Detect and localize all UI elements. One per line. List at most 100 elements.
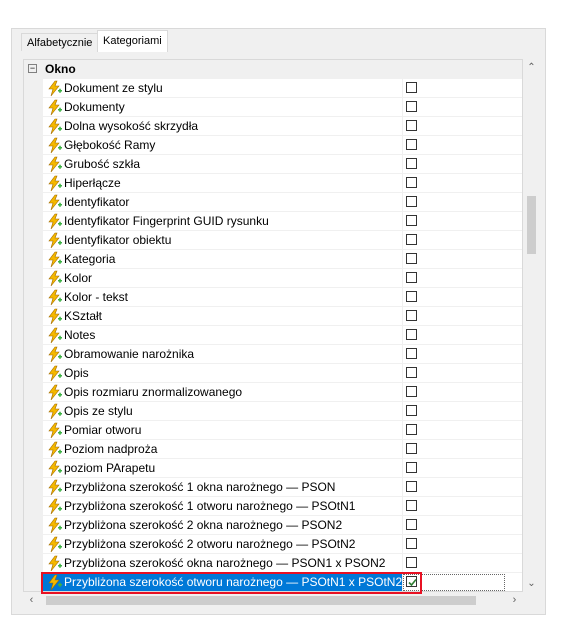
property-value-cell[interactable] — [402, 98, 522, 117]
property-value-cell[interactable] — [402, 231, 522, 250]
checkbox[interactable] — [406, 177, 417, 188]
property-name-cell[interactable]: Identyfikator — [43, 193, 402, 212]
property-row[interactable]: Grubość szkła — [24, 155, 522, 174]
property-value-cell[interactable] — [402, 516, 522, 535]
checkbox[interactable] — [406, 367, 417, 378]
property-name-cell[interactable]: Identyfikator obiektu — [43, 231, 402, 250]
property-value-cell[interactable] — [402, 478, 522, 497]
property-row[interactable]: Dokument ze stylu — [24, 79, 522, 98]
scroll-right-icon[interactable]: › — [506, 592, 523, 609]
collapse-icon[interactable]: − — [28, 64, 37, 73]
property-value-cell[interactable] — [402, 421, 522, 440]
property-row[interactable]: poziom PArapetu — [24, 459, 522, 478]
property-name-cell[interactable]: Przybliżona szerokość 1 otworu narożnego… — [43, 497, 402, 516]
property-name-cell[interactable]: poziom PArapetu — [43, 459, 402, 478]
scroll-up-icon[interactable]: ⌃ — [523, 59, 540, 76]
property-name-cell[interactable]: Opis rozmiaru znormalizowanego — [43, 383, 402, 402]
checkbox[interactable] — [406, 101, 417, 112]
checkbox[interactable] — [406, 538, 417, 549]
property-name-cell[interactable]: Przybliżona szerokość 2 okna narożnego —… — [43, 516, 402, 535]
checkbox[interactable] — [406, 82, 417, 93]
property-name-cell[interactable]: Obramowanie narożnika — [43, 345, 402, 364]
vertical-scroll-thumb[interactable] — [527, 196, 536, 254]
checkbox[interactable] — [406, 272, 417, 283]
checkbox[interactable] — [406, 120, 417, 131]
scroll-left-icon[interactable]: ‹ — [23, 592, 40, 609]
checkbox[interactable] — [406, 158, 417, 169]
property-name-cell[interactable]: Przybliżona szerokość 1 okna narożnego —… — [43, 478, 402, 497]
vertical-scrollbar[interactable]: ⌃ ⌄ — [523, 59, 540, 592]
property-value-cell[interactable] — [402, 136, 522, 155]
category-row-okno[interactable]: − Okno — [24, 60, 522, 79]
property-value-cell[interactable] — [402, 79, 522, 98]
horizontal-scroll-thumb[interactable] — [46, 596, 476, 605]
property-row[interactable]: Identyfikator Fingerprint GUID rysunku — [24, 212, 522, 231]
property-name-cell[interactable]: Pomiar otworu — [43, 421, 402, 440]
checkbox[interactable] — [406, 557, 417, 568]
property-row[interactable]: Hiperłącze — [24, 174, 522, 193]
tab-alphabetical[interactable]: Alfabetycznie — [21, 33, 99, 51]
property-row[interactable]: Dolna wysokość skrzydła — [24, 117, 522, 136]
property-row[interactable]: Identyfikator — [24, 193, 522, 212]
property-row[interactable]: Identyfikator obiektu — [24, 231, 522, 250]
property-name-cell[interactable]: Poziom nadproża — [43, 440, 402, 459]
property-value-cell[interactable] — [402, 307, 522, 326]
property-row[interactable]: Pomiar otworu — [24, 421, 522, 440]
property-name-cell[interactable]: Głębokość Ramy — [43, 136, 402, 155]
property-name-cell[interactable]: Kategoria — [43, 250, 402, 269]
property-name-cell[interactable]: KSztałt — [43, 307, 402, 326]
property-row[interactable]: Przybliżona szerokość 2 okna narożnego —… — [24, 516, 522, 535]
checkbox[interactable] — [406, 196, 417, 207]
checkbox[interactable] — [406, 500, 417, 511]
property-value-cell[interactable] — [402, 326, 522, 345]
checkbox[interactable] — [406, 348, 417, 359]
property-row[interactable]: Dokumenty — [24, 98, 522, 117]
checkbox[interactable] — [406, 386, 417, 397]
property-name-cell[interactable]: Kolor - tekst — [43, 288, 402, 307]
property-row[interactable]: Opis — [24, 364, 522, 383]
tab-categorized[interactable]: Kategoriami — [97, 30, 168, 52]
property-row[interactable]: Kategoria — [24, 250, 522, 269]
checkbox[interactable] — [406, 519, 417, 530]
property-row[interactable]: Przybliżona szerokość 1 okna narożnego —… — [24, 478, 522, 497]
property-value-cell[interactable] — [402, 497, 522, 516]
property-value-cell[interactable] — [402, 155, 522, 174]
property-row[interactable]: Opis rozmiaru znormalizowanego — [24, 383, 522, 402]
property-name-cell[interactable]: Notes — [43, 326, 402, 345]
property-row[interactable]: Przybliżona szerokość 1 otworu narożnego… — [24, 497, 522, 516]
property-row[interactable]: Notes — [24, 326, 522, 345]
property-value-cell[interactable] — [402, 383, 522, 402]
property-value-cell[interactable] — [402, 250, 522, 269]
property-value-cell[interactable] — [402, 174, 522, 193]
scroll-down-icon[interactable]: ⌄ — [523, 575, 540, 592]
checkbox[interactable] — [406, 424, 417, 435]
property-value-cell[interactable] — [402, 459, 522, 478]
checkbox[interactable] — [406, 253, 417, 264]
checkbox[interactable] — [406, 329, 417, 340]
property-name-cell[interactable]: Przybliżona szerokość otworu narożnego —… — [43, 573, 402, 591]
checkbox[interactable] — [406, 310, 417, 321]
property-value-cell[interactable] — [402, 117, 522, 136]
property-name-cell[interactable]: Przybliżona szerokość okna narożnego — P… — [43, 554, 402, 573]
property-name-cell[interactable]: Grubość szkła — [43, 155, 402, 174]
property-name-cell[interactable]: Dokument ze stylu — [43, 79, 402, 98]
checkbox[interactable] — [406, 462, 417, 473]
property-name-cell[interactable]: Hiperłącze — [43, 174, 402, 193]
property-name-cell[interactable]: Dokumenty — [43, 98, 402, 117]
property-row[interactable]: Kolor — [24, 269, 522, 288]
property-value-cell[interactable] — [402, 364, 522, 383]
checkbox[interactable] — [406, 405, 417, 416]
property-name-cell[interactable]: Przybliżona szerokość 2 otworu narożnego… — [43, 535, 402, 554]
property-row[interactable]: Przybliżona szerokość 2 otworu narożnego… — [24, 535, 522, 554]
property-value-cell[interactable] — [402, 193, 522, 212]
property-row[interactable]: Obramowanie narożnika — [24, 345, 522, 364]
checkbox[interactable] — [406, 234, 417, 245]
horizontal-scrollbar[interactable]: ‹ › — [23, 592, 523, 609]
property-name-cell[interactable]: Identyfikator Fingerprint GUID rysunku — [43, 212, 402, 231]
property-row[interactable]: Przybliżona szerokość okna narożnego — P… — [24, 554, 522, 573]
property-value-cell[interactable] — [402, 345, 522, 364]
checkbox[interactable] — [406, 215, 417, 226]
checkbox[interactable] — [406, 139, 417, 150]
checkbox[interactable] — [406, 291, 417, 302]
property-value-cell[interactable] — [402, 402, 522, 421]
